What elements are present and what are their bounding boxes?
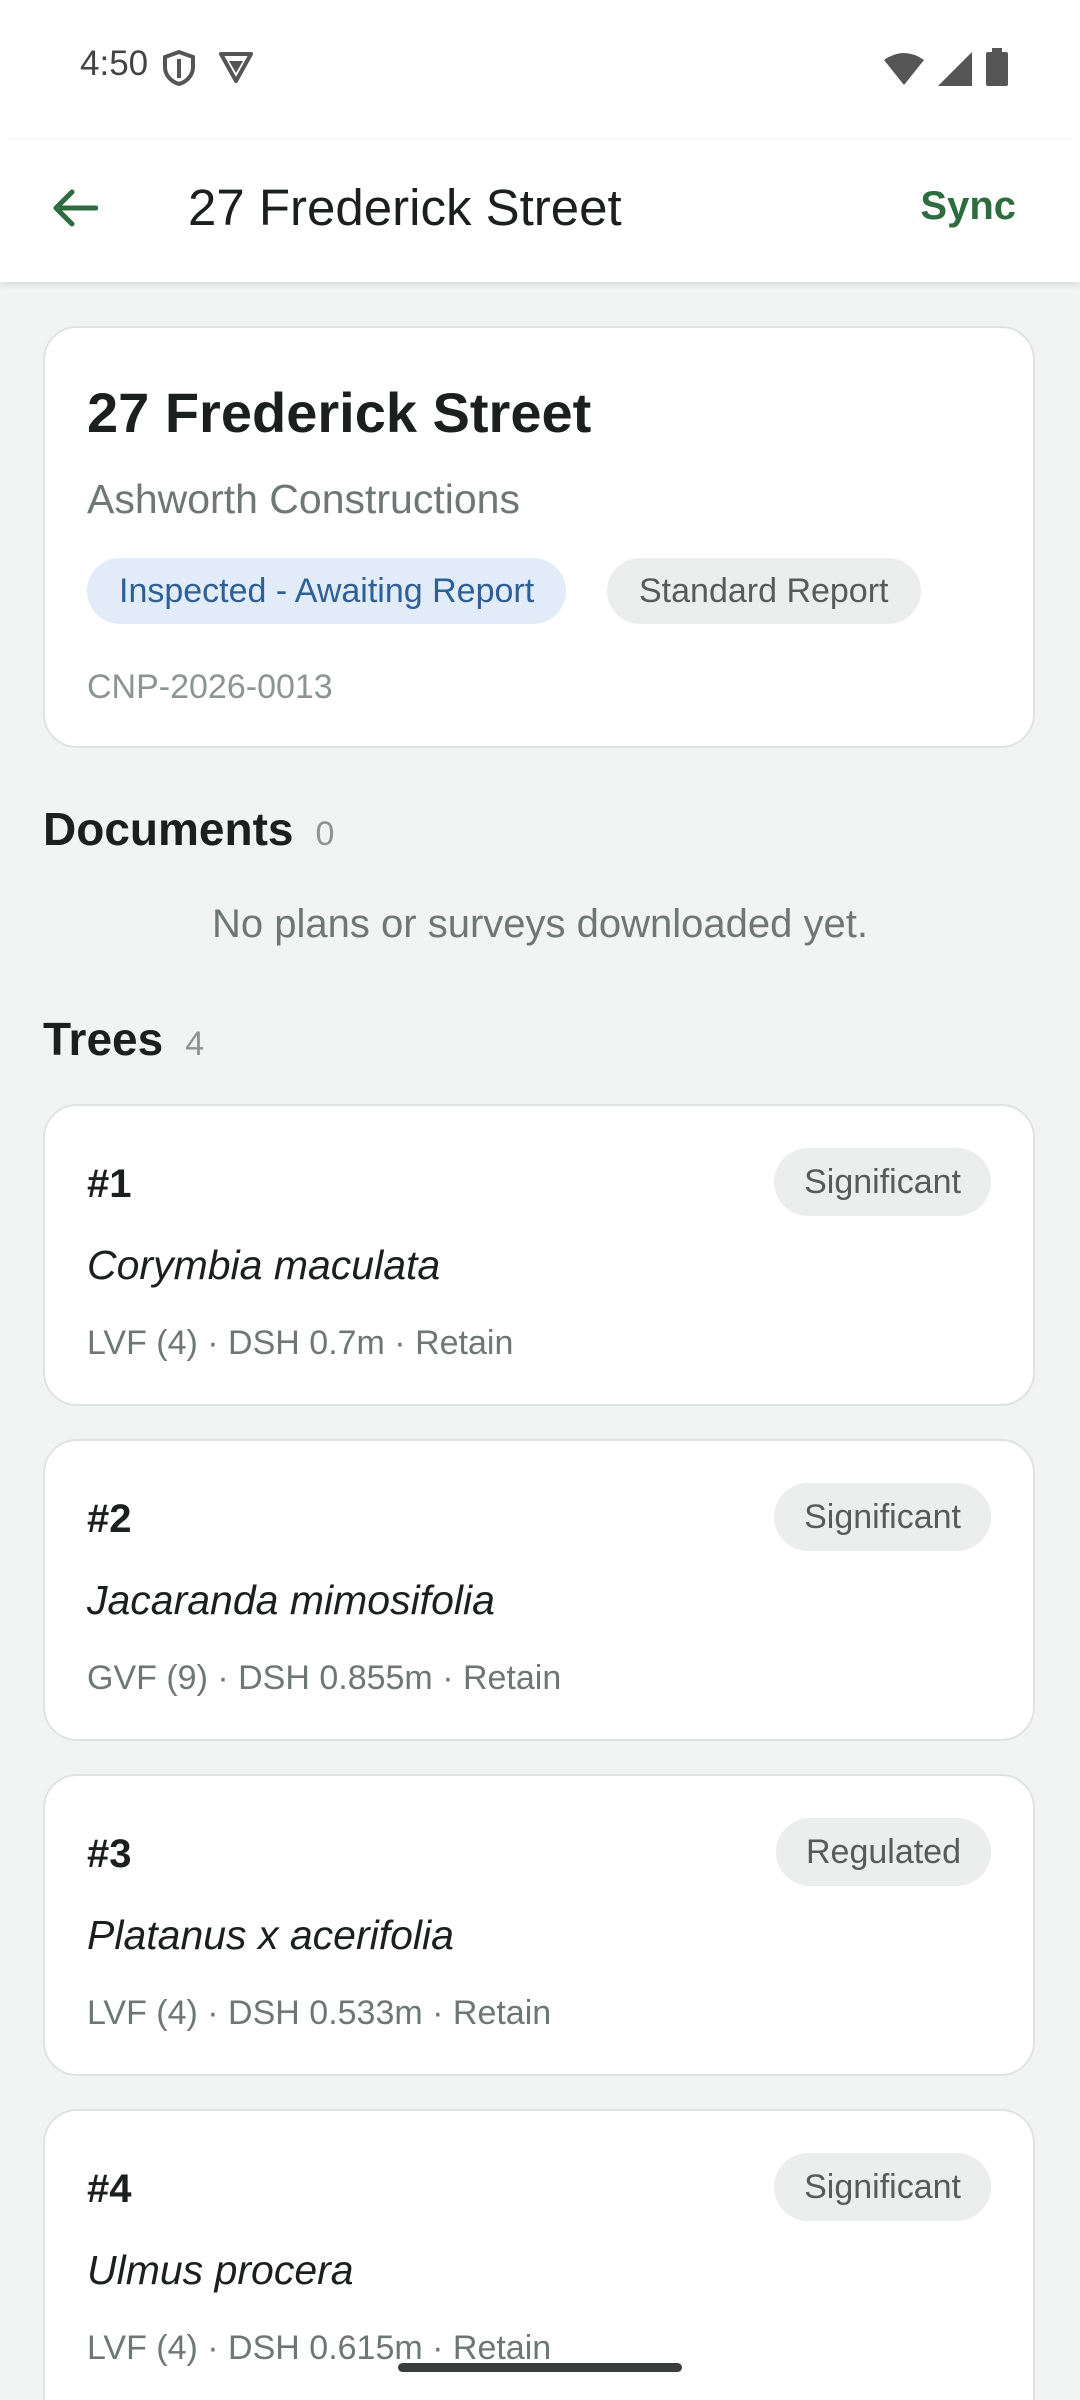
app-bar: 27 Frederick Street Sync	[0, 140, 1080, 282]
tree-number: #1	[87, 1162, 132, 1206]
report-type-badge: Standard Report	[607, 558, 921, 624]
tree-card-3[interactable]: #3 Regulated Platanus x acerifolia LVF (…	[43, 1774, 1035, 2076]
tree-card-4[interactable]: #4 Significant Ulmus procera LVF (4) · D…	[43, 2109, 1035, 2400]
tree-card-1[interactable]: #1 Significant Corymbia maculata LVF (4)…	[43, 1104, 1035, 1406]
tree-details: LVF (4) · DSH 0.7m · Retain	[87, 1324, 514, 1362]
tree-details: GVF (9) · DSH 0.855m · Retain	[87, 1659, 562, 1697]
status-badge: Inspected - Awaiting Report	[87, 558, 567, 624]
tree-number: #3	[87, 1832, 132, 1876]
sync-button[interactable]: Sync	[920, 184, 1016, 229]
signal-icon	[938, 52, 972, 91]
battery-icon	[986, 48, 1008, 91]
significance-badge: Significant	[774, 1483, 991, 1551]
tree-species: Ulmus procera	[87, 2247, 354, 2293]
significance-badge: Regulated	[775, 1818, 991, 1886]
tree-species: Platanus x acerifolia	[87, 1912, 454, 1958]
client-name: Ashworth Constructions	[87, 476, 520, 522]
documents-heading-label: Documents	[43, 803, 294, 855]
tree-card-2[interactable]: #2 Significant Jacaranda mimosifolia GVF…	[43, 1439, 1035, 1741]
shield-icon	[162, 49, 196, 91]
trees-heading-label: Trees	[43, 1013, 164, 1065]
status-bar: 4:50	[0, 0, 1080, 140]
page-title: 27 Frederick Street	[188, 179, 622, 236]
wifi-icon	[884, 52, 924, 91]
home-indicator[interactable]	[398, 2363, 682, 2372]
trees-heading: Trees 4	[43, 1012, 204, 1066]
back-button[interactable]	[44, 180, 104, 240]
significance-badge: Significant	[774, 2153, 991, 2221]
trees-count: 4	[185, 1025, 205, 1063]
tree-species: Jacaranda mimosifolia	[87, 1577, 495, 1623]
tree-species: Corymbia maculata	[87, 1242, 441, 1288]
vpn-icon	[218, 50, 254, 91]
documents-heading: Documents 0	[43, 802, 334, 856]
documents-empty-message: No plans or surveys downloaded yet.	[212, 902, 868, 946]
tree-number: #2	[87, 1497, 132, 1541]
arrow-left-icon	[50, 188, 99, 233]
tree-number: #4	[87, 2167, 132, 2211]
project-header-card: 27 Frederick Street Ashworth Constructio…	[43, 326, 1035, 748]
status-time: 4:50	[80, 44, 149, 83]
significance-badge: Significant	[774, 1148, 991, 1216]
tree-details: LVF (4) · DSH 0.533m · Retain	[87, 1994, 552, 2032]
project-address: 27 Frederick Street	[87, 381, 592, 444]
documents-count: 0	[315, 815, 335, 853]
project-reference: CNP-2026-0013	[87, 668, 333, 706]
